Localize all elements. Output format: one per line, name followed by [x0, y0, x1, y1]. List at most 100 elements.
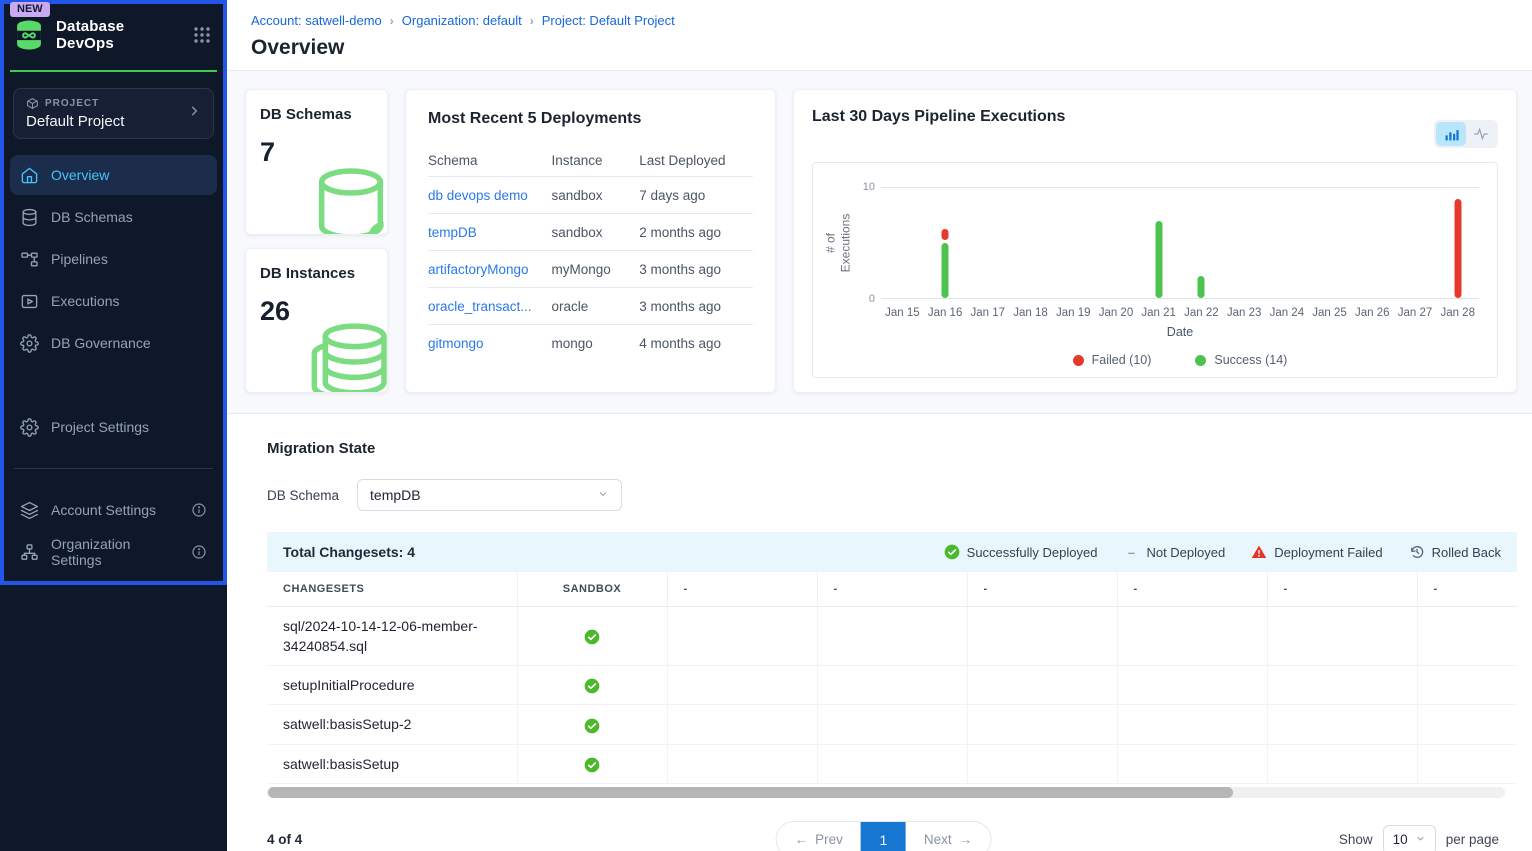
schema-link[interactable]: artifactoryMongo — [428, 262, 552, 277]
status-legend-label: Not Deployed — [1146, 545, 1225, 560]
migration-title: Migration State — [267, 440, 1517, 457]
column-header-empty-7: - — [1417, 572, 1517, 606]
schema-link[interactable]: gitmongo — [428, 336, 552, 351]
sidebar-item-label: DB Schemas — [51, 209, 133, 225]
warning-triangle-icon — [1251, 544, 1267, 560]
legend-item-failed[interactable]: Failed (10) — [1073, 353, 1152, 367]
result-count: 4 of 4 — [267, 832, 302, 847]
last-deployed-cell: 4 months ago — [639, 336, 753, 351]
bar-chart-toggle-button[interactable] — [1436, 122, 1466, 146]
sidebar-item-label: Organization Settings — [51, 536, 179, 568]
empty-cell — [1117, 606, 1267, 666]
x-tick-label: Jan 15 — [881, 307, 924, 319]
main-content: Account: satwell-demo › Organization: defa… — [227, 0, 1532, 851]
empty-cell — [967, 705, 1117, 744]
changesets-table: CHANGESETSSANDBOX------sql/2024-10-14-12… — [267, 572, 1517, 784]
column-header-empty-5: - — [1117, 572, 1267, 606]
sidebar-item-pipelines[interactable]: Pipelines — [10, 239, 217, 279]
deployments-title: Most Recent 5 Deployments — [428, 110, 753, 128]
app-launcher-grid-icon[interactable] — [193, 26, 211, 44]
schema-link[interactable]: tempDB — [428, 225, 552, 240]
sidebar-item-executions[interactable]: Executions — [10, 281, 217, 321]
instance-cell: oracle — [552, 299, 640, 314]
horizontal-scrollbar — [267, 787, 1505, 798]
breadcrumb-link-account[interactable]: Account: satwell-demo — [251, 13, 382, 28]
info-icon[interactable] — [191, 544, 207, 560]
bar-chart-plot-area — [881, 187, 1479, 299]
breadcrumb-separator-icon: › — [390, 14, 394, 28]
db-schema-label: DB Schema — [267, 488, 339, 503]
table-row: satwell:basisSetup-2 — [267, 705, 1517, 744]
gear-icon — [20, 418, 39, 437]
empty-cell — [1267, 744, 1417, 783]
cube-icon — [26, 97, 39, 110]
empty-cell — [817, 705, 967, 744]
instance-cell: sandbox — [552, 225, 640, 240]
scrollbar-thumb[interactable] — [268, 787, 1233, 798]
topbar: Account: satwell-demo › Organization: defa… — [227, 0, 1532, 71]
migration-state-section: Migration State DB Schema tempDB Total C… — [227, 414, 1532, 851]
check-circle-icon — [584, 718, 600, 734]
bar-chart-icon — [1444, 127, 1459, 142]
breadcrumb-link-project[interactable]: Project: Default Project — [542, 13, 675, 28]
status-legend: Successfully Deployed–Not DeployedDeploy… — [944, 544, 1501, 560]
column-header-empty-6: - — [1267, 572, 1417, 606]
dashboard-cards-band: DB Schemas 7 DB Instances 26 — [227, 71, 1532, 414]
changesets-header-band: Total Changesets: 4 Successfully Deploye… — [267, 532, 1517, 572]
sidebar-nav-secondary: Project Settings — [0, 407, 227, 447]
prev-page-button[interactable]: ← Prev — [777, 822, 861, 851]
total-changesets-label: Total Changesets: 4 — [283, 544, 415, 560]
x-tick-label: Jan 22 — [1180, 307, 1223, 319]
changeset-name: satwell:basisSetup-2 — [267, 705, 517, 744]
legend-dot-icon — [1195, 355, 1206, 366]
schema-link[interactable]: oracle_transact... — [428, 299, 552, 314]
changeset-name: satwell:basisSetup — [267, 744, 517, 783]
empty-cell — [817, 744, 967, 783]
last-deployed-cell: 2 months ago — [639, 225, 753, 240]
schema-link[interactable]: db devops demo — [428, 188, 552, 203]
new-badge: NEW — [10, 2, 50, 17]
db-schema-select[interactable]: tempDB — [357, 479, 622, 511]
legend-label: Success (14) — [1214, 353, 1287, 367]
page-1-button[interactable]: 1 — [861, 822, 906, 851]
empty-cell — [667, 705, 817, 744]
app-root: NEW Database DevOps — [0, 0, 1532, 851]
project-selector[interactable]: PROJECT Default Project — [13, 88, 214, 139]
sidebar-item-label: Overview — [51, 167, 109, 183]
next-page-button[interactable]: Next → — [906, 822, 990, 851]
empty-cell — [817, 666, 967, 705]
y-tick-label: 10 — [863, 181, 875, 193]
chart-title: Last 30 Days Pipeline Executions — [812, 108, 1065, 126]
sidebar-item-db-governance[interactable]: DB Governance — [10, 323, 217, 363]
sidebar-item-project-settings[interactable]: Project Settings — [10, 407, 217, 447]
sidebar-item-account-settings[interactable]: Account Settings — [10, 490, 217, 530]
breadcrumb-link-organization[interactable]: Organization: default — [402, 13, 522, 28]
table-row: sql/2024-10-14-12-06-member-34240854.sql — [267, 606, 1517, 666]
check-circle-icon — [584, 757, 600, 773]
status-legend-not-deployed: –Not Deployed — [1123, 544, 1225, 560]
db-schema-selected-value: tempDB — [370, 487, 421, 503]
line-chart-toggle-button[interactable] — [1466, 122, 1496, 146]
status-legend-label: Deployment Failed — [1274, 545, 1382, 560]
sidebar-item-label: Executions — [51, 293, 119, 309]
info-icon[interactable] — [191, 502, 207, 518]
chevron-down-icon — [1415, 832, 1426, 847]
chart-legend: Failed (10) Success (14) — [881, 353, 1479, 367]
empty-cell — [1267, 666, 1417, 705]
sidebar-item-organization-settings[interactable]: Organization Settings — [10, 532, 217, 572]
governance-gear-icon — [20, 334, 39, 353]
legend-dot-icon — [1073, 355, 1084, 366]
legend-item-success[interactable]: Success (14) — [1195, 353, 1287, 367]
sidebar-item-db-schemas[interactable]: DB Schemas — [10, 197, 217, 237]
column-header-changesets: CHANGESETS — [267, 572, 517, 606]
sandbox-status-cell — [517, 666, 667, 705]
page-size-select[interactable]: 10 — [1383, 825, 1436, 851]
empty-cell — [1417, 705, 1517, 744]
empty-cell — [667, 606, 817, 666]
sidebar-item-overview[interactable]: Overview — [10, 155, 217, 195]
empty-cell — [967, 666, 1117, 705]
sandbox-status-cell — [517, 606, 667, 666]
sidebar: NEW Database DevOps — [0, 0, 227, 851]
empty-cell — [667, 744, 817, 783]
empty-cell — [1417, 744, 1517, 783]
